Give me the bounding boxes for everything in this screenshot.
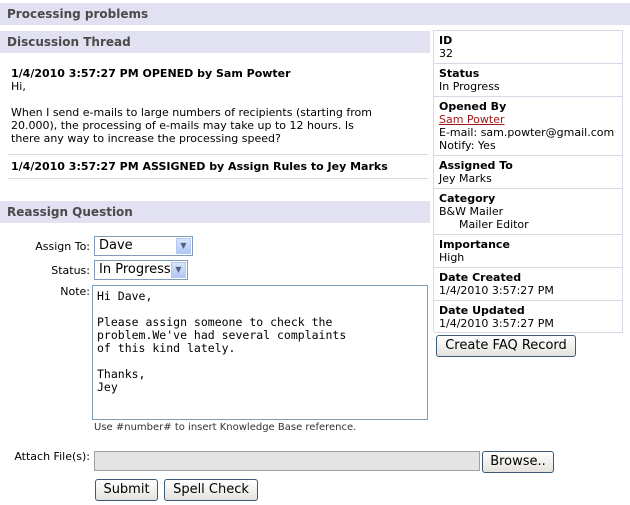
note-label: Note: (60, 285, 90, 298)
detail-category-value: B&W Mailer (439, 205, 504, 218)
thread-entry-heading: 1/4/2010 3:57:27 PM OPENED by Sam Powter (11, 67, 291, 80)
detail-created-label: Date Created (439, 271, 522, 284)
detail-opened-label: Opened By (439, 100, 507, 113)
attach-files-label: Attach File(s): (14, 450, 90, 463)
detail-opened-by: Opened By Sam Powter E-mail: sam.powter@… (434, 97, 623, 156)
page-title: Processing problems (7, 7, 149, 21)
detail-updated-value: 1/4/2010 3:57:27 PM (439, 317, 554, 330)
detail-status-value: In Progress (439, 80, 500, 93)
thread-entry-greeting: Hi, (11, 80, 26, 93)
thread-entry-line: When I send e-mails to large numbers of … (11, 106, 372, 119)
detail-category-label: Category (439, 192, 496, 205)
submit-button[interactable]: Submit (95, 479, 158, 501)
create-faq-record-button[interactable]: Create FAQ Record (436, 335, 576, 357)
page-title-bar: Processing problems (0, 3, 630, 25)
detail-date-created: Date Created 1/4/2010 3:57:27 PM (434, 268, 623, 301)
detail-opened-notify: Notify: Yes (439, 139, 496, 152)
detail-id: ID 32 (434, 31, 623, 64)
detail-created-value: 1/4/2010 3:57:27 PM (439, 284, 554, 297)
detail-id-label: ID (439, 34, 453, 47)
detail-assigned-label: Assigned To (439, 159, 513, 172)
chevron-down-icon[interactable]: ▼ (171, 262, 186, 278)
discussion-thread-title: Discussion Thread (7, 35, 131, 49)
detail-importance-value: High (439, 251, 465, 264)
detail-category: Category B&W Mailer Mailer Editor (434, 189, 623, 235)
detail-opened-email: E-mail: sam.powter@gmail.com (439, 126, 615, 139)
note-textarea[interactable]: Hi Dave, Please assign someone to check … (92, 285, 428, 420)
detail-status: Status In Progress (434, 64, 623, 97)
assign-to-label: Assign To: (35, 240, 90, 253)
chevron-down-icon[interactable]: ▼ (176, 238, 191, 254)
reassign-title: Reassign Question (7, 205, 133, 219)
attach-file-input[interactable] (94, 451, 480, 471)
spell-check-button[interactable]: Spell Check (164, 479, 258, 501)
detail-importance: Importance High (434, 235, 623, 268)
reassign-header: Reassign Question (0, 201, 430, 223)
thread-entry: 1/4/2010 3:57:27 PM OPENED by Sam Powter… (11, 67, 426, 145)
opened-by-link[interactable]: Sam Powter (439, 113, 505, 126)
status-value: In Progress (99, 262, 171, 277)
assign-to-value: Dave (99, 238, 133, 253)
detail-date-updated: Date Updated 1/4/2010 3:57:27 PM (434, 301, 623, 333)
discussion-thread-header: Discussion Thread (0, 31, 430, 53)
detail-updated-label: Date Updated (439, 304, 525, 317)
status-label: Status: (51, 264, 90, 277)
thread-entry-heading: 1/4/2010 3:57:27 PM ASSIGNED by Assign R… (11, 160, 388, 173)
thread-divider (8, 178, 428, 179)
note-hint: Use #number# to insert Knowledge Base re… (94, 422, 357, 433)
detail-status-label: Status (439, 67, 480, 80)
thread-entry-line: 20.000), the processing of e-mails may t… (11, 119, 354, 132)
detail-importance-label: Importance (439, 238, 510, 251)
browse-button[interactable]: Browse.. (482, 451, 554, 473)
status-select[interactable]: In Progress ▼ (94, 260, 188, 280)
detail-assigned-to: Assigned To Jey Marks (434, 156, 623, 189)
detail-assigned-value: Jey Marks (439, 172, 492, 185)
detail-id-value: 32 (439, 47, 453, 60)
assign-to-select[interactable]: Dave ▼ (94, 236, 193, 256)
detail-category-sub: Mailer Editor (459, 218, 529, 231)
thread-entry-line: there any way to increase the processing… (11, 132, 281, 145)
thread-divider (8, 154, 428, 155)
